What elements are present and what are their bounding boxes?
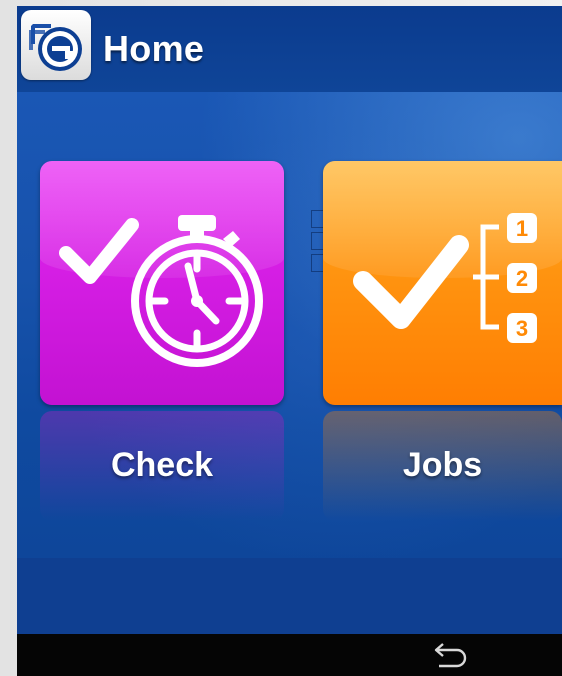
check-numbered-list-icon: 1 2 3	[353, 213, 537, 343]
app-logo-icon[interactable]	[21, 10, 91, 80]
list-number-1: 1	[516, 216, 528, 241]
check-stopwatch-icon	[59, 215, 263, 367]
list-number-2: 2	[516, 266, 528, 291]
content-footer-area	[17, 558, 562, 634]
device-screen: Home Check 1 2 3 Jobs	[17, 6, 562, 676]
check-tile-button[interactable]	[40, 161, 284, 405]
list-number-3: 3	[516, 316, 528, 341]
jobs-tile-button[interactable]: 1 2 3	[323, 161, 562, 405]
page-title: Home	[103, 28, 205, 69]
jobs-tile-label[interactable]: Jobs	[323, 446, 562, 485]
back-arrow-icon[interactable]	[427, 642, 467, 668]
app-header: Home	[17, 6, 562, 92]
check-tile-label[interactable]: Check	[40, 446, 284, 485]
navigation-bar	[17, 634, 562, 676]
